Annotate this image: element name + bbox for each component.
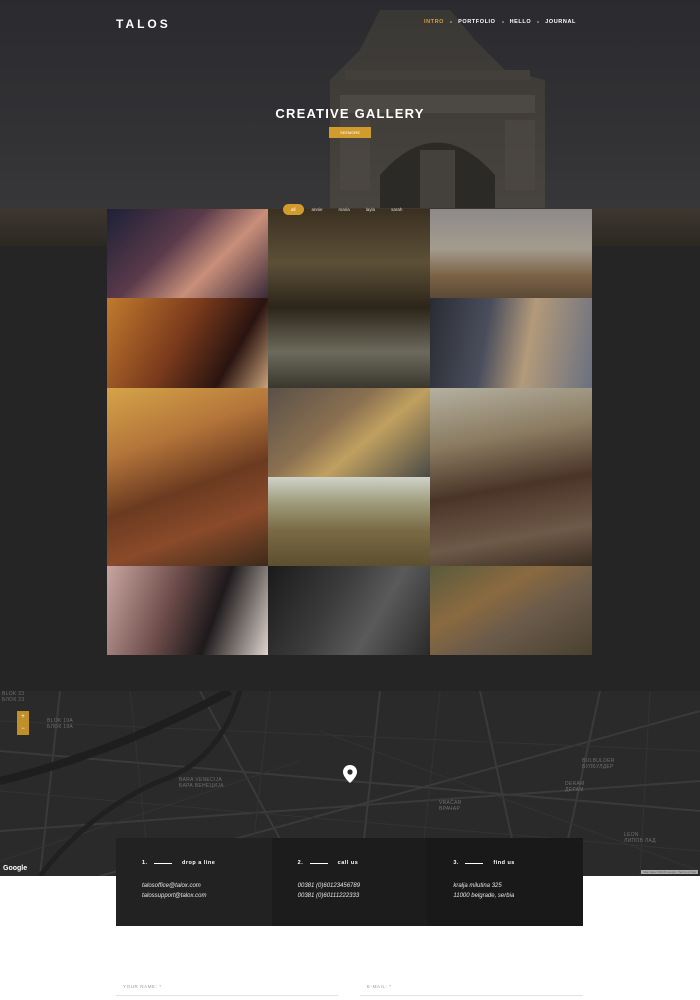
gallery-photo[interactable] [268, 388, 430, 477]
contact-card-address: 3. find us kralja milutina 325 11000 bel… [427, 838, 584, 926]
name-field-label: YOUR NAME: * [123, 984, 162, 989]
gallery-photo[interactable] [430, 566, 592, 655]
filter-maria[interactable]: maria [331, 204, 358, 215]
card-title: drop a line [182, 860, 216, 866]
gallery-photo[interactable] [107, 209, 268, 298]
card-number: 2. [297, 860, 304, 866]
main-nav: INTRO PORTFOLIO HELLO JOURNAL [424, 19, 576, 25]
filter-layla[interactable]: layla [358, 204, 383, 215]
nav-separator [537, 21, 540, 23]
email-link[interactable]: talosoffice@talox.com [142, 881, 246, 891]
zoom-in-button[interactable]: + [17, 711, 29, 723]
map-credit[interactable]: Map data ©2016 Google | Terms of Use [641, 870, 698, 874]
map-label: BARA VENECIJA БАРА ВЕНЕЦИЈА [179, 777, 224, 789]
see-more-button[interactable]: SEEMORE [329, 127, 371, 138]
zoom-out-button[interactable]: − [17, 723, 29, 735]
map-label: VRAČAR ВРАЧАР [439, 800, 462, 812]
nav-item-journal[interactable]: JOURNAL [545, 19, 576, 25]
gallery-photo[interactable] [430, 209, 592, 298]
nav-item-hello[interactable]: HELLO [510, 19, 532, 25]
gallery-photo[interactable] [268, 566, 430, 655]
gallery-photo[interactable] [268, 209, 430, 388]
card-title: find us [493, 860, 515, 866]
card-number: 1. [142, 860, 148, 866]
card-body: 00381 (0)60123456789 00381 (0)6011122233… [298, 881, 402, 901]
email-field-label: E-MAIL: * [367, 984, 392, 989]
map-label: LEON ЛИПОВ ЛАД [624, 832, 656, 844]
map-label: BULBULDER БУЛБУЛДЕР [582, 758, 615, 770]
gallery-photo[interactable] [107, 566, 268, 655]
phone-number[interactable]: 00381 (0)60123456789 [298, 881, 402, 891]
map-label: BLOK 23 БЛОК 23 [2, 691, 25, 703]
gallery-photo[interactable] [430, 298, 592, 388]
photo-gallery [107, 209, 592, 655]
phone-number[interactable]: 00381 (0)60111222333 [298, 891, 402, 901]
filter-annie[interactable]: annie [304, 204, 331, 215]
name-field[interactable] [116, 995, 338, 996]
divider-line [154, 862, 172, 864]
map-label: DERAM ДЕРАМ [565, 781, 585, 793]
google-logo[interactable]: Google [3, 865, 27, 872]
card-heading: 2. call us [298, 860, 402, 866]
gallery-photo[interactable] [430, 388, 592, 566]
gallery-photo[interactable] [107, 388, 268, 566]
card-title: call us [337, 860, 359, 866]
email-field[interactable] [360, 995, 583, 996]
location-pin-icon[interactable] [343, 765, 357, 783]
card-heading: 1. drop a line [142, 860, 246, 866]
contact-card-email: 1. drop a line talosoffice@talox.com tal… [116, 838, 272, 926]
nav-separator [450, 21, 453, 23]
map-label: BLOK 19A БЛОК 19А [47, 718, 74, 730]
card-number: 3. [453, 860, 459, 866]
contact-card-phone: 2. call us 00381 (0)60123456789 00381 (0… [271, 838, 428, 926]
gallery-photo[interactable] [107, 298, 268, 388]
divider-line [309, 862, 328, 864]
logo[interactable]: TALOS [116, 17, 171, 31]
card-body: kralja milutina 325 11000 belgrade, serb… [453, 881, 557, 901]
filter-all[interactable]: all [283, 204, 304, 215]
divider-line [465, 862, 484, 864]
email-link[interactable]: talossupport@talox.com [142, 891, 246, 901]
filter-sarah[interactable]: sarah [383, 204, 410, 215]
address-line: kralja milutina 325 [453, 883, 502, 889]
contact-cards: 1. drop a line talosoffice@talox.com tal… [116, 838, 584, 926]
card-heading: 3. find us [453, 860, 557, 866]
gallery-filters: all annie maria layla sarah [283, 204, 410, 215]
nav-item-portfolio[interactable]: PORTFOLIO [458, 19, 495, 25]
nav-separator [501, 21, 504, 23]
gallery-photo[interactable] [268, 477, 430, 566]
address-line: 11000 belgrade, serbia [453, 893, 515, 899]
nav-item-intro[interactable]: INTRO [424, 19, 444, 25]
hero-title: CREATIVE GALLERY [275, 106, 425, 121]
map-zoom-control: + − [17, 711, 29, 735]
card-body: talosoffice@talox.com talossupport@talox… [142, 881, 246, 901]
